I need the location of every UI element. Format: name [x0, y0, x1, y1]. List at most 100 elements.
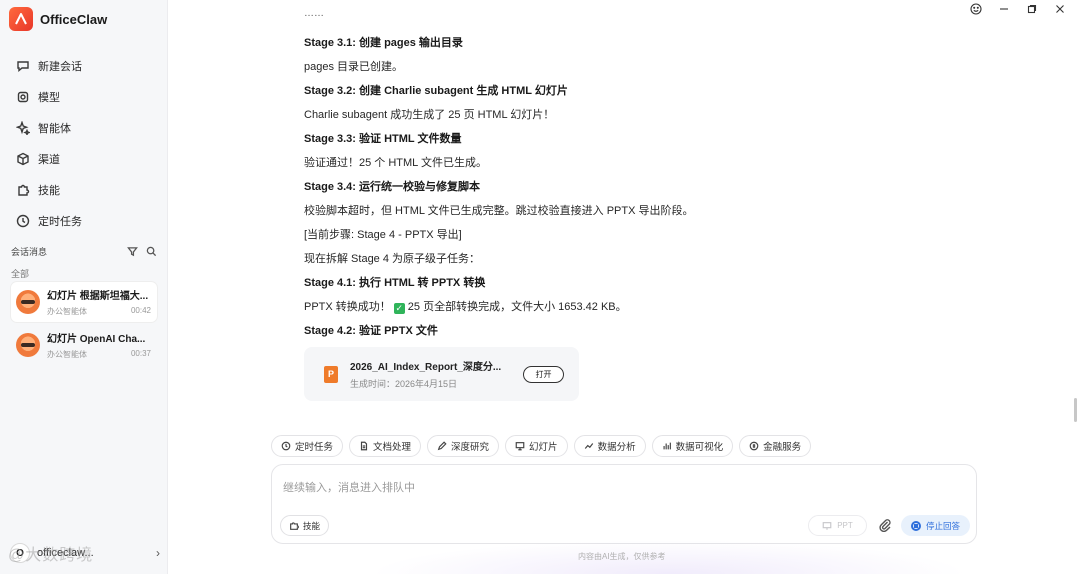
message-line: pages 目录已创建。 — [304, 61, 404, 73]
sidebar-item-model[interactable]: 模型 — [10, 81, 160, 112]
chip-financial-services[interactable]: 金融服务 — [739, 435, 812, 457]
chip-data-visualization[interactable]: 数据可视化 — [651, 435, 734, 457]
ppt-file-icon: P — [324, 365, 338, 383]
session-agent: 办公智能体 — [47, 350, 87, 359]
message-line: 校验脚本超时，但 HTML 文件已生成完整。跳过校验直接进入 PPTX 导出阶段… — [304, 205, 694, 217]
ppt-mode-button[interactable]: PPT — [808, 515, 867, 536]
sessions-header: 会话消息 — [11, 245, 157, 258]
chip-label: 文档处理 — [373, 442, 412, 453]
open-file-button[interactable]: 打开 — [523, 366, 564, 383]
sparkle-icon — [16, 120, 30, 135]
chat-bubble-icon — [17, 60, 29, 72]
document-icon — [360, 441, 368, 451]
sessions-group-label: 全部 — [11, 269, 30, 279]
ppt-label: PPT — [837, 521, 853, 530]
clock-icon — [281, 441, 291, 451]
user-profile[interactable]: O officeclaw... › — [10, 543, 160, 563]
sidebar-item-agent[interactable]: 智能体 — [10, 112, 160, 143]
message-line: Stage 4.1: 执行 HTML 转 PPTX 转换 — [304, 277, 486, 289]
message-line: PPTX 转换成功！ ✓ 25 页全部转换完成，文件大小 1653.42 KB。 — [304, 298, 627, 314]
user-name: officeclaw... — [37, 547, 94, 559]
message-line: Charlie subagent 成功生成了 25 页 HTML 幻灯片！ — [304, 109, 555, 121]
app-logo-icon — [9, 7, 33, 31]
filter-icon[interactable] — [127, 246, 138, 257]
slides-icon — [822, 521, 832, 530]
file-time: 生成时间：2026年4月15日 — [350, 379, 458, 389]
message-line: Stage 3.1: 创建 pages 输出目录 — [304, 37, 463, 49]
sidebar-item-scheduled-tasks[interactable]: 定时任务 — [10, 205, 160, 236]
search-icon[interactable] — [146, 246, 157, 257]
coin-icon — [749, 441, 759, 451]
session-title: 幻灯片 根据斯坦福大... — [47, 291, 149, 302]
chip-scheduled-task[interactable]: 定时任务 — [271, 435, 344, 457]
sidebar-item-label: 渠道 — [38, 153, 60, 166]
file-name: 2026_AI_Index_Report_深度分... — [350, 362, 502, 373]
quick-skill-chips: 定时任务 文档处理 深度研究 幻灯片 数据分析 数据可视化 金融服务 — [271, 435, 812, 457]
clock-icon — [16, 214, 30, 227]
message-line: 现在拆解 Stage 4 为原子级子任务： — [304, 253, 481, 265]
message-text: PPTX 转换成功！ — [304, 301, 391, 313]
session-item[interactable]: 幻灯片 OpenAI Cha... 办公智能体 00:37 — [11, 325, 157, 365]
session-time: 00:42 — [130, 306, 151, 315]
box-icon — [17, 152, 29, 165]
chip-slides[interactable]: 幻灯片 — [505, 435, 568, 457]
sidebar-nav: 新建会话 模型 智能体 渠道 技能 定时任务 — [10, 50, 160, 236]
stop-answer-button[interactable]: 停止回答 — [901, 515, 970, 536]
sidebar-item-new-chat[interactable]: 新建会话 — [10, 50, 160, 81]
chip-label: 深度研究 — [451, 442, 490, 453]
session-agent: 办公智能体 — [47, 307, 87, 316]
ai-disclaimer: 内容由AI生成，仅供参考 — [578, 552, 666, 561]
skills-button[interactable]: 技能 — [280, 515, 330, 536]
clipped-message-line: …… — [304, 8, 324, 19]
main-panel: …… Stage 3.1: 创建 pages 输出目录 pages 目录已创建。… — [169, 0, 1080, 574]
session-item[interactable]: 幻灯片 根据斯坦福大... 办公智能体 00:42 — [11, 282, 157, 322]
agent-avatar — [16, 333, 40, 357]
sidebar-item-label: 智能体 — [38, 122, 71, 135]
message-line: Stage 4.2: 验证 PPTX 文件 — [304, 325, 438, 337]
puzzle-icon — [290, 521, 299, 530]
trend-icon — [584, 443, 593, 449]
sidebar-item-label: 定时任务 — [38, 215, 82, 228]
session-time: 00:37 — [130, 349, 151, 358]
stop-icon — [910, 520, 921, 531]
paperclip-icon — [879, 519, 891, 533]
sidebar-item-label: 新建会话 — [38, 60, 82, 73]
message-line: Stage 3.3: 验证 HTML 文件数量 — [304, 133, 462, 145]
sidebar-item-channel[interactable]: 渠道 — [10, 143, 160, 174]
scrollbar-thumb[interactable] — [1074, 398, 1077, 422]
agent-avatar — [16, 290, 40, 314]
chip-data-analysis[interactable]: 数据分析 — [573, 435, 646, 457]
file-card[interactable]: P 2026_AI_Index_Report_深度分... 生成时间：2026年… — [304, 347, 579, 401]
sidebar-item-skills[interactable]: 技能 — [10, 174, 160, 205]
sessions-title: 会话消息 — [11, 247, 48, 257]
message-line: Stage 3.4: 运行统一校验与修复脚本 — [304, 181, 481, 193]
sidebar-item-label: 模型 — [38, 91, 60, 104]
message-line: Stage 3.2: 创建 Charlie subagent 生成 HTML 幻… — [304, 85, 568, 97]
sidebar-item-label: 技能 — [38, 184, 60, 197]
stop-label: 停止回答 — [925, 520, 960, 531]
session-title: 幻灯片 OpenAI Cha... — [47, 334, 146, 345]
chip-deep-research[interactable]: 深度研究 — [427, 435, 500, 457]
puzzle-icon — [18, 184, 30, 196]
model-cube-icon — [17, 91, 29, 102]
message-composer[interactable]: 继续输入，消息进入排队中 技能 PPT 停止回答 — [271, 464, 977, 544]
chip-label: 幻灯片 — [529, 442, 558, 453]
skills-label: 技能 — [303, 520, 321, 531]
bar-chart-icon — [663, 442, 671, 450]
sidebar: OfficeClaw 新建会话 模型 智能体 渠道 技能 定时任务 会话消息 全… — [0, 0, 168, 574]
message-line: [当前步骤: Stage 4 - PPTX 导出] — [304, 229, 462, 241]
message-text: 25 页全部转换完成，文件大小 1653.42 KB。 — [407, 301, 627, 313]
pen-icon — [437, 441, 447, 451]
slides-icon — [515, 442, 525, 451]
message-input[interactable]: 继续输入，消息进入排队中 — [283, 479, 415, 495]
message-line: 验证通过！25 个 HTML 文件已生成。 — [304, 157, 487, 169]
brand: OfficeClaw — [9, 7, 107, 31]
chip-label: 定时任务 — [295, 442, 334, 453]
check-mark-icon: ✓ — [393, 303, 405, 314]
bottom-glow — [369, 540, 969, 574]
chip-label: 数据分析 — [597, 442, 636, 453]
chip-document[interactable]: 文档处理 — [349, 435, 422, 457]
chevron-right-icon: › — [156, 546, 160, 560]
attach-button[interactable] — [878, 518, 892, 533]
chip-label: 数据可视化 — [675, 442, 724, 453]
